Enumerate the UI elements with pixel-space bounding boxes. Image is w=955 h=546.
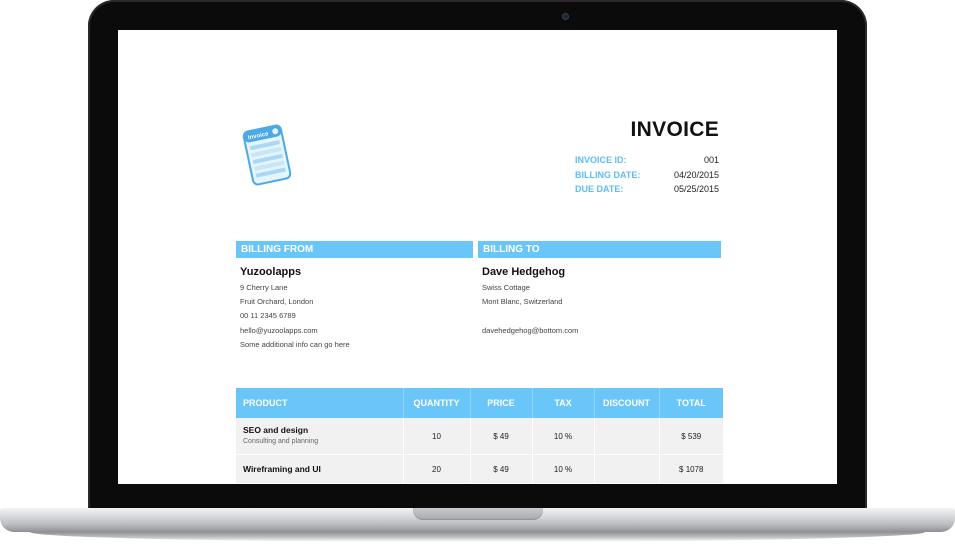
due-date-label: DUE DATE: xyxy=(575,184,624,194)
total-cell: $ 1078 xyxy=(659,454,723,484)
total-cell: $ 539 xyxy=(659,418,723,455)
product-name: Wireframing and UI xyxy=(243,464,321,474)
billing-date-label: BILLING DATE: xyxy=(575,169,641,180)
billing-from-line: 00 11 2345 6789 xyxy=(240,311,296,321)
camera-icon xyxy=(562,13,569,20)
invoice-app-logo-icon: Invoice xyxy=(242,124,292,186)
billing-from-name: Yuzoolapps xyxy=(240,266,302,278)
laptop-opening-notch xyxy=(413,508,543,520)
product-description: Consulting and planning xyxy=(243,438,319,445)
billing-to-line: Swiss Cottage xyxy=(482,283,530,292)
due-date-value: 05/25/2015 xyxy=(673,184,719,194)
product-cell: Wireframing and UI xyxy=(236,454,404,484)
column-header-tax: TAX xyxy=(532,388,595,418)
billing-to-details: Dave Hedgehog Swiss Cottage Mont Blanc, … xyxy=(482,265,578,338)
column-header-total: TOTAL xyxy=(659,388,723,418)
invoice-id-label: INVOICE ID: xyxy=(575,155,627,165)
table-row: Wireframing and UI 20 $ 49 10 % $ 1078 xyxy=(236,454,723,484)
tax-cell: 10 % xyxy=(532,418,595,455)
table-row: SEO and design Consulting and planning 1… xyxy=(236,418,723,455)
product-cell: SEO and design Consulting and planning xyxy=(236,418,404,455)
billing-to-heading: BILLING TO xyxy=(478,241,721,258)
column-header-discount: DISCOUNT xyxy=(594,388,660,418)
due-date-row: DUE DATE: 05/25/2015 xyxy=(575,182,719,197)
discount-cell xyxy=(594,418,660,455)
billing-from-line: 9 Cherry Lane xyxy=(240,283,288,292)
billing-date-value: 04/20/2015 xyxy=(673,169,719,180)
invoice-id-value: 001 xyxy=(703,155,719,165)
billing-from-heading: BILLING FROM xyxy=(236,241,473,258)
quantity-cell: 10 xyxy=(403,418,471,455)
price-cell: $ 49 xyxy=(470,418,533,455)
quantity-cell: 20 xyxy=(403,454,471,484)
items-table: PRODUCT QUANTITY PRICE TAX DISCOUNT TOTA… xyxy=(236,388,723,484)
billing-from-line: Some additional info can go here xyxy=(240,339,350,349)
billing-to-line xyxy=(482,309,578,323)
column-header-price: PRICE xyxy=(470,388,533,418)
billing-to-name: Dave Hedgehog xyxy=(482,266,566,278)
billing-from-line: hello@yuzoolapps.com xyxy=(240,325,318,335)
column-header-quantity: QUANTITY xyxy=(403,388,471,418)
billing-to-line: davehedgehog@bottom.com xyxy=(482,325,579,335)
billing-from-line: Fruit Orchard, London xyxy=(240,297,314,307)
product-name: SEO and design xyxy=(243,425,309,435)
column-header-product: PRODUCT xyxy=(236,388,404,418)
invoice-id-row: INVOICE ID: 001 xyxy=(575,153,719,168)
invoice-document: Invoice INVOICE INVOICE ID: 001 BILLING … xyxy=(118,30,837,484)
invoice-title: INVOICE xyxy=(630,118,719,141)
discount-cell xyxy=(594,454,660,484)
billing-to-line: Mont Blanc, Switzerland xyxy=(482,297,563,307)
price-cell: $ 49 xyxy=(470,454,533,484)
table-header-row: PRODUCT QUANTITY PRICE TAX DISCOUNT TOTA… xyxy=(236,388,723,418)
invoice-meta: INVOICE ID: 001 BILLING DATE: 04/20/2015… xyxy=(575,153,719,197)
tax-cell: 10 % xyxy=(532,454,595,484)
billing-date-row: BILLING DATE: 04/20/2015 xyxy=(575,168,719,183)
billing-from-details: Yuzoolapps 9 Cherry Lane Fruit Orchard, … xyxy=(240,265,350,352)
